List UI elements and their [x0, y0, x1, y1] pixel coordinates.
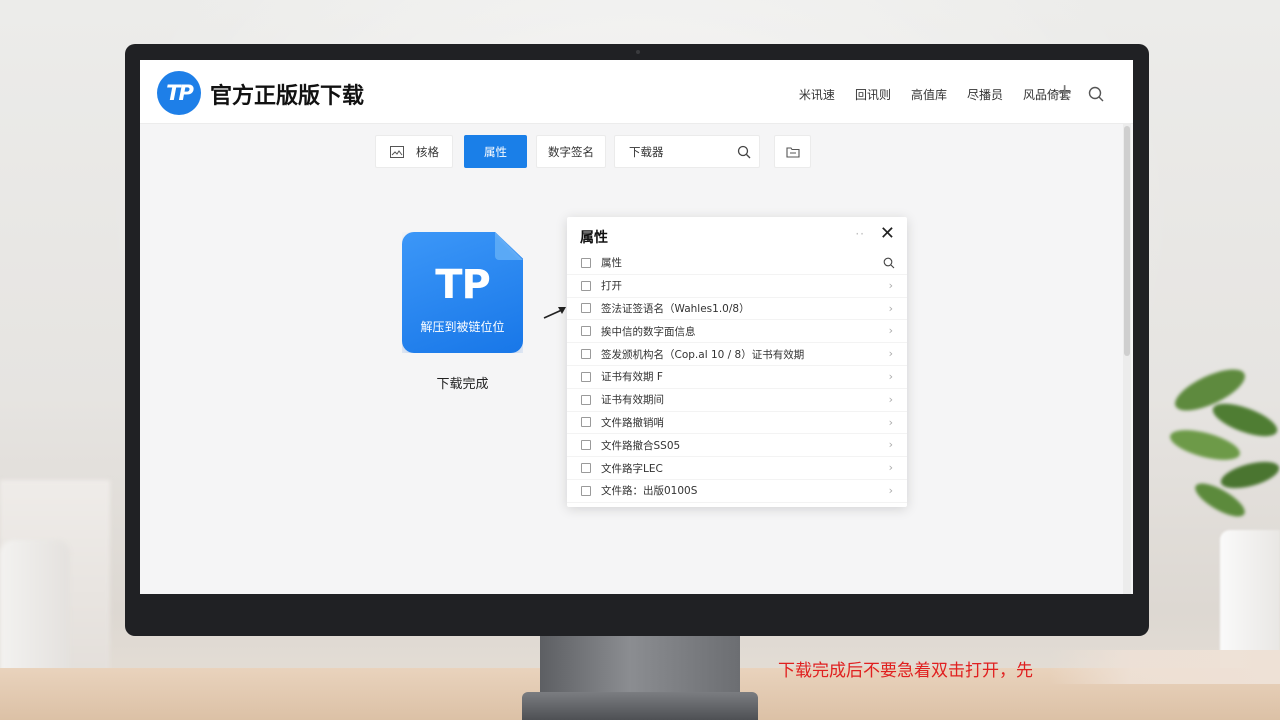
checkbox[interactable] — [581, 417, 591, 428]
checkbox[interactable] — [581, 371, 591, 382]
chevron-right-icon: › — [888, 461, 893, 475]
list-item[interactable]: 签法证签语名（Wahles1.0/8） › — [567, 298, 907, 321]
list-item-label: 挨中信的数字面信息 — [601, 325, 696, 338]
folder-button[interactable] — [774, 135, 811, 168]
list-item[interactable]: 挨中信的数字面信息 › — [567, 320, 907, 344]
nav-item-4[interactable]: 尽播员 — [967, 86, 1003, 103]
list-item[interactable]: 签发颁机构名（Cop.al 10 / 8）证书有效期 › — [567, 343, 907, 366]
close-icon[interactable]: ✕ — [880, 225, 895, 243]
list-item-label: 属性 — [601, 257, 622, 270]
list-item[interactable]: 打开 › — [567, 275, 907, 298]
scrollbar-thumb[interactable] — [1124, 126, 1130, 356]
list-item[interactable]: 文件路撤合SS05 › — [567, 434, 907, 458]
properties-panel: 属性 ·· ✕ 属性 打开 › 签法证签语名（Wahles1.0/8） › 挨中信的数字面… — [567, 217, 907, 507]
list-item-label: 文件路字LEC — [601, 462, 663, 475]
checkbox[interactable] — [581, 326, 591, 337]
more-icon[interactable]: ·· — [855, 227, 865, 241]
webcam-icon — [636, 50, 640, 54]
list-item-label: 文件路撤合SS05 — [601, 439, 681, 452]
checkbox[interactable] — [581, 440, 591, 451]
chevron-right-icon: › — [888, 483, 893, 497]
checkbox[interactable] — [581, 349, 591, 360]
file-caption: 下载完成 — [436, 377, 489, 392]
nav-menu: 米讯速 回讯则 高值库 尽播员 风品倚套 — [799, 86, 1071, 103]
chevron-right-icon: › — [888, 278, 893, 292]
chevron-right-icon: › — [888, 347, 893, 361]
nav-item-2[interactable]: 回讯则 — [855, 86, 891, 103]
list-item-label: 签法证签语名（Wahles1.0/8） — [601, 302, 750, 315]
list-item-label: 证书有效期间 — [601, 394, 664, 407]
list-item-label: 文件路：出版0100S — [601, 485, 698, 498]
chevron-right-icon: › — [888, 392, 893, 406]
nav-item-1[interactable]: 米讯速 — [799, 86, 835, 103]
checkbox[interactable] — [581, 394, 591, 405]
screen: TP 官方正版版下载 米讯速 回讯则 高值库 尽播员 风品倚套 + 核格 属性 — [140, 60, 1133, 594]
search-icon[interactable] — [1088, 86, 1104, 102]
top-nav-bar: TP 官方正版版下载 米讯速 回讯则 高值库 尽播员 风品倚套 + — [140, 60, 1133, 124]
view-button[interactable]: 核格 — [375, 135, 453, 168]
list-item[interactable]: 文件路字LEC › — [567, 457, 907, 480]
list-item[interactable]: 证书有效期间 › — [567, 389, 907, 412]
signature-tab[interactable]: 数字签名 — [536, 135, 606, 168]
properties-tab[interactable]: 属性 — [464, 135, 527, 168]
list-item[interactable]: 属性 — [567, 252, 907, 275]
nav-item-3[interactable]: 高值库 — [911, 86, 947, 103]
checkbox[interactable] — [581, 463, 591, 474]
file-badge-subtext: 解压到被链位位 — [420, 320, 505, 334]
list-item-label: 签发颁机构名（Cop.al 10 / 8）证书有效期 — [601, 348, 805, 361]
checkbox[interactable] — [581, 257, 591, 268]
chevron-right-icon: › — [888, 415, 893, 429]
list-item-label: 文件路撤销哨 — [601, 416, 664, 429]
folder-icon — [785, 146, 800, 158]
logo-icon[interactable]: TP — [157, 71, 201, 115]
checkbox[interactable] — [581, 303, 591, 314]
list-item[interactable]: 文件路：出版0100S › — [567, 480, 907, 503]
list-item[interactable]: 文件路撤销哨 › — [567, 412, 907, 435]
list-item-label: 打开 — [601, 280, 622, 293]
chevron-right-icon: › — [888, 438, 893, 452]
checkbox[interactable] — [581, 280, 591, 291]
monitor-frame: TP 官方正版版下载 米讯速 回讯则 高值库 尽播员 风品倚套 + 核格 属性 — [125, 44, 1149, 636]
site-title[interactable]: 官方正版版下载 — [210, 78, 364, 110]
image-view-icon — [390, 145, 404, 158]
list-item[interactable]: 证书有效期 F › — [567, 366, 907, 389]
search-icon[interactable] — [737, 145, 751, 159]
monitor-stand-base — [522, 692, 758, 720]
file-badge-text: TP — [435, 262, 491, 308]
monitor-stand — [540, 636, 740, 696]
panel-title: 属性 — [580, 230, 608, 246]
checkbox[interactable] — [581, 485, 591, 496]
search-input[interactable] — [629, 144, 729, 159]
search-icon[interactable] — [883, 257, 895, 269]
chevron-right-icon: › — [888, 301, 893, 315]
chevron-right-icon: › — [888, 324, 893, 338]
view-button-label: 核格 — [416, 144, 439, 159]
plant-icon — [1170, 369, 1280, 517]
arrow-icon — [543, 307, 566, 319]
properties-list: 属性 打开 › 签法证签语名（Wahles1.0/8） › 挨中信的数字面信息 › 签发颁机构… — [567, 252, 907, 503]
plus-icon[interactable]: + — [1056, 81, 1073, 101]
caption-fade — [1050, 650, 1280, 684]
search-field[interactable] — [614, 135, 760, 168]
list-item-label: 证书有效期 F — [601, 371, 663, 384]
chevron-right-icon: › — [888, 369, 893, 383]
